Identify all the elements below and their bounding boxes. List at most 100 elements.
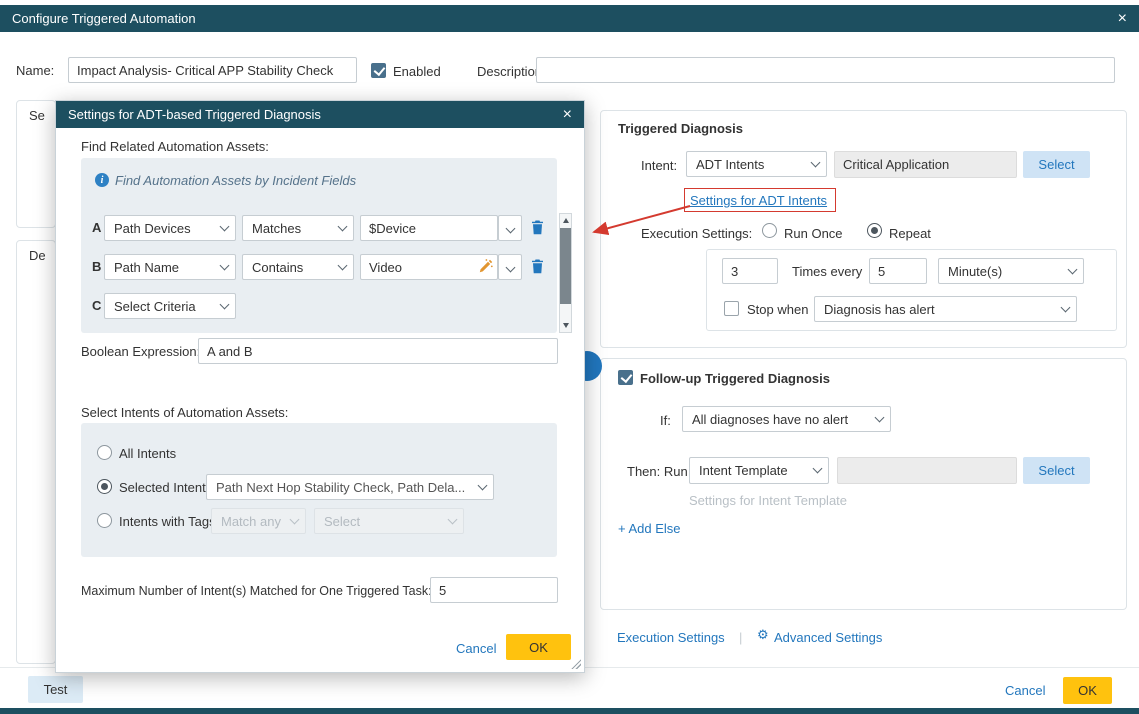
criteria-row-letter: A bbox=[92, 220, 101, 235]
chevron-down-icon bbox=[875, 412, 885, 422]
criteria-a-operator-select[interactable]: Matches bbox=[242, 215, 354, 241]
chevron-down-icon bbox=[813, 464, 823, 474]
dialog-title: Configure Triggered Automation bbox=[12, 11, 196, 26]
enabled-checkbox[interactable] bbox=[371, 63, 386, 78]
close-icon[interactable]: × bbox=[1118, 11, 1127, 27]
criteria-row-letter: C bbox=[92, 298, 101, 313]
links-separator: | bbox=[739, 630, 742, 645]
modal-close-icon[interactable]: × bbox=[563, 107, 572, 123]
intent-type-select[interactable]: ADT Intents bbox=[686, 151, 827, 177]
chevron-down-icon bbox=[811, 157, 821, 167]
info-icon: i bbox=[95, 173, 109, 187]
run-once-label: Run Once bbox=[784, 226, 843, 241]
modal-title: Settings for ADT-based Triggered Diagnos… bbox=[68, 107, 321, 122]
background-partial-label-2: De bbox=[29, 248, 46, 263]
max-intents-label: Maximum Number of Intent(s) Matched for … bbox=[81, 584, 432, 599]
advanced-settings-link[interactable]: Advanced Settings bbox=[774, 630, 882, 645]
repeat-settings-box: Times every Minute(s) Stop when Diagnosi… bbox=[706, 249, 1117, 331]
trash-icon[interactable] bbox=[531, 259, 544, 277]
triangle-up-icon bbox=[563, 218, 569, 223]
criteria-b-value-input[interactable] bbox=[360, 254, 498, 280]
chevron-down-icon bbox=[1068, 264, 1078, 274]
selected-intents-radio[interactable] bbox=[97, 479, 112, 494]
boolean-expression-input[interactable] bbox=[198, 338, 558, 364]
max-intents-input[interactable] bbox=[430, 577, 558, 603]
times-every-label: Times every bbox=[792, 264, 862, 279]
criteria-a-value-dropdown[interactable] bbox=[498, 215, 522, 241]
modal-cancel-link[interactable]: Cancel bbox=[456, 641, 496, 656]
criteria-c-field-select[interactable]: Select Criteria bbox=[104, 293, 236, 319]
criteria-b-field-select[interactable]: Path Name bbox=[104, 254, 236, 280]
chevron-down-icon bbox=[1061, 302, 1071, 312]
criteria-b-value-dropdown[interactable] bbox=[498, 254, 522, 280]
stop-when-checkbox[interactable] bbox=[724, 301, 739, 316]
scroll-thumb[interactable] bbox=[560, 228, 571, 304]
dialog-titlebar: Configure Triggered Automation × bbox=[0, 5, 1139, 32]
settings-intent-template-label: Settings for Intent Template bbox=[689, 493, 847, 508]
chevron-down-icon bbox=[220, 260, 230, 270]
repeat-count-input[interactable] bbox=[722, 258, 778, 284]
scroll-up-button[interactable] bbox=[560, 214, 571, 227]
interval-value-input[interactable] bbox=[869, 258, 927, 284]
selected-intents-select[interactable]: Path Next Hop Stability Check, Path Dela… bbox=[206, 474, 494, 500]
interval-unit-select[interactable]: Minute(s) bbox=[938, 258, 1084, 284]
adt-settings-modal: Settings for ADT-based Triggered Diagnos… bbox=[55, 100, 585, 673]
followup-title: Follow-up Triggered Diagnosis bbox=[640, 371, 830, 386]
name-input[interactable] bbox=[68, 57, 357, 83]
run-once-radio[interactable] bbox=[762, 223, 777, 238]
chevron-down-icon bbox=[478, 480, 488, 490]
scroll-down-button[interactable] bbox=[560, 319, 571, 332]
followup-checkbox[interactable] bbox=[618, 370, 633, 385]
then-type-select[interactable]: Intent Template bbox=[689, 457, 829, 484]
chevron-down-icon bbox=[220, 221, 230, 231]
criteria-a-value-input[interactable] bbox=[360, 215, 498, 241]
enabled-label: Enabled bbox=[393, 64, 441, 79]
resize-grip[interactable] bbox=[570, 658, 581, 669]
background-panel-partial-2 bbox=[16, 240, 56, 664]
criteria-scrollbar[interactable] bbox=[559, 213, 572, 333]
chevron-down-icon bbox=[505, 223, 515, 233]
criteria-b-operator-select[interactable]: Contains bbox=[242, 254, 354, 280]
execution-settings-link[interactable]: Execution Settings bbox=[617, 630, 725, 645]
intents-panel: All Intents Selected Intents: Path Next … bbox=[81, 423, 557, 557]
footer-cancel-link[interactable]: Cancel bbox=[1005, 683, 1045, 698]
tag-select: Select bbox=[314, 508, 464, 534]
modal-ok-button[interactable]: OK bbox=[506, 634, 571, 660]
add-else-link[interactable]: + Add Else bbox=[618, 521, 681, 536]
chevron-down-icon bbox=[338, 260, 348, 270]
criteria-row-letter: B bbox=[92, 259, 101, 274]
settings-adt-highlight-box: Settings for ADT Intents bbox=[684, 188, 836, 212]
intent-label: Intent: bbox=[641, 158, 677, 173]
test-button[interactable]: Test bbox=[28, 676, 83, 703]
red-callout-arrow bbox=[578, 196, 698, 242]
chevron-down-icon bbox=[338, 221, 348, 231]
footer-ok-button[interactable]: OK bbox=[1063, 677, 1112, 704]
intent-value-input bbox=[834, 151, 1017, 178]
gear-icon: ⚙ bbox=[757, 628, 769, 643]
background-partial-label-1: Se bbox=[29, 108, 45, 123]
then-select-button[interactable]: Select bbox=[1023, 457, 1090, 484]
trash-icon[interactable] bbox=[531, 220, 544, 238]
chevron-down-icon bbox=[505, 262, 515, 272]
bottom-strip bbox=[0, 708, 1139, 714]
intent-select-button[interactable]: Select bbox=[1023, 151, 1090, 178]
name-label: Name: bbox=[16, 63, 54, 78]
repeat-label: Repeat bbox=[889, 226, 931, 241]
tag-match-mode-select: Match any bbox=[211, 508, 306, 534]
criteria-info-text: Find Automation Assets by Incident Field… bbox=[115, 173, 356, 188]
if-condition-select[interactable]: All diagnoses have no alert bbox=[682, 406, 891, 432]
followup-section: Follow-up Triggered Diagnosis If: All di… bbox=[600, 358, 1127, 610]
then-run-label: Then: Run bbox=[627, 464, 688, 479]
description-input[interactable] bbox=[536, 57, 1115, 83]
intents-with-tags-radio[interactable] bbox=[97, 513, 112, 528]
all-intents-radio[interactable] bbox=[97, 445, 112, 460]
settings-for-adt-intents-link[interactable]: Settings for ADT Intents bbox=[690, 193, 827, 208]
magic-wand-icon[interactable] bbox=[479, 259, 493, 276]
triggered-diagnosis-title: Triggered Diagnosis bbox=[618, 121, 743, 136]
repeat-radio[interactable] bbox=[867, 223, 882, 238]
configure-triggered-automation-dialog: Configure Triggered Automation × Name: E… bbox=[0, 0, 1139, 714]
chevron-down-icon bbox=[220, 299, 230, 309]
criteria-a-field-select[interactable]: Path Devices bbox=[104, 215, 236, 241]
stop-condition-select[interactable]: Diagnosis has alert bbox=[814, 296, 1077, 322]
intents-with-tags-label: Intents with Tags: bbox=[119, 514, 219, 529]
